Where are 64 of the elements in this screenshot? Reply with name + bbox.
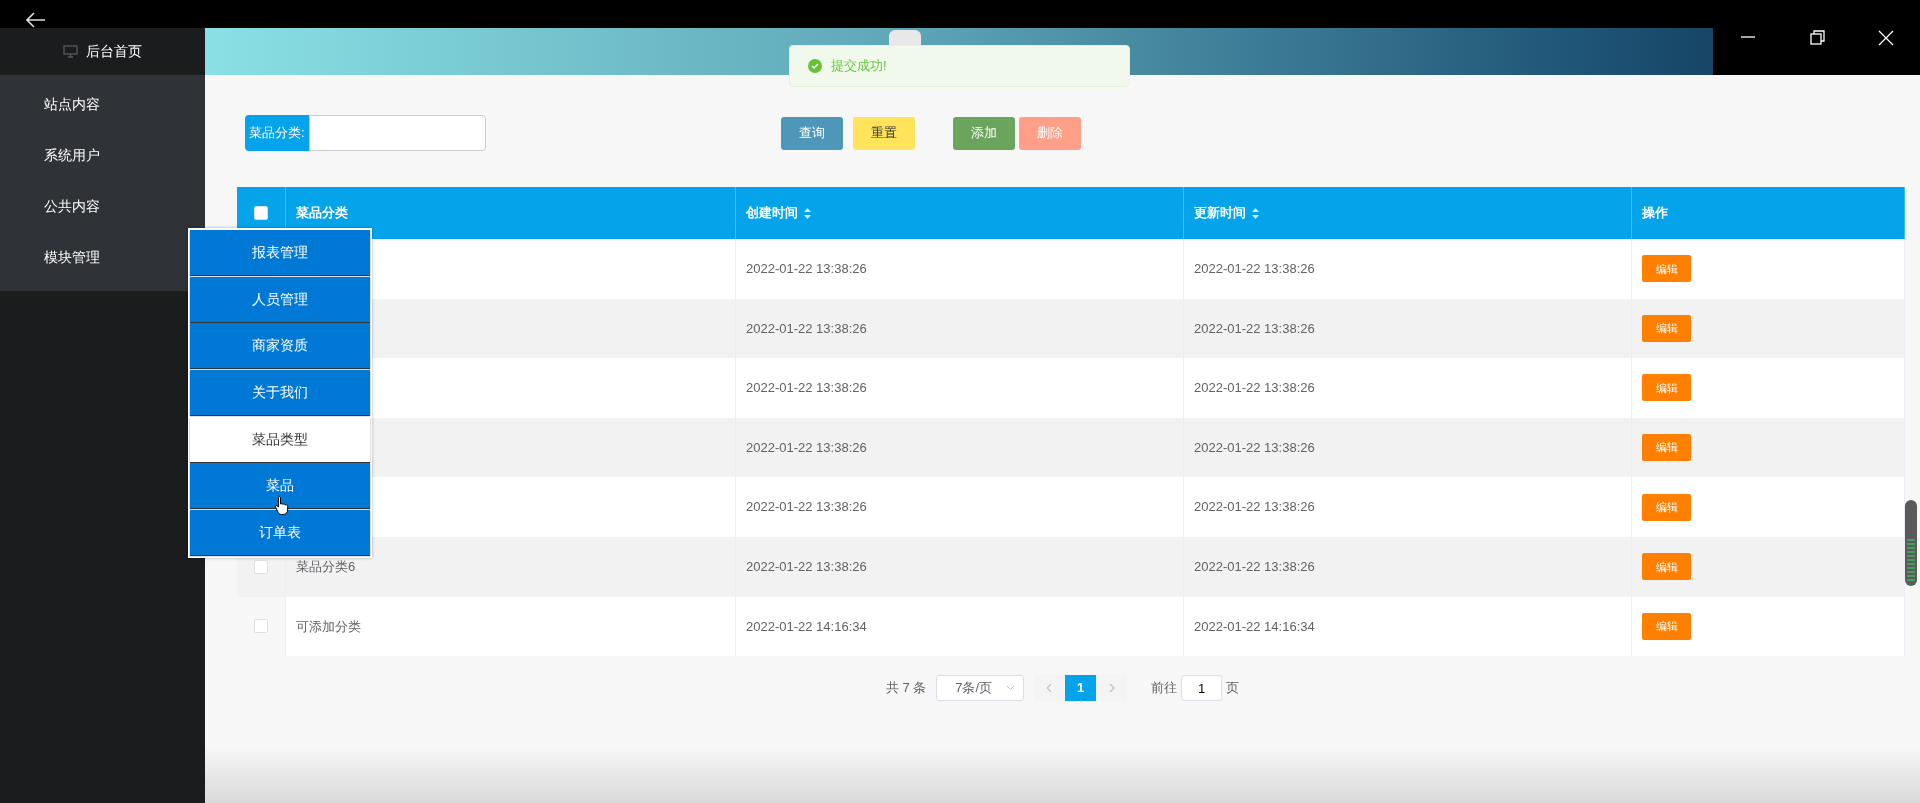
- check-circle-icon: [808, 59, 822, 73]
- page-size-select[interactable]: 7条/页: [936, 675, 1025, 702]
- menu-item[interactable]: 报表管理: [190, 230, 370, 275]
- menu-item[interactable]: 人员管理: [190, 276, 370, 322]
- restore-icon[interactable]: [1807, 28, 1826, 47]
- close-icon[interactable]: [1876, 28, 1895, 47]
- menu-item[interactable]: 关于我们: [190, 370, 370, 416]
- column-header: 操作: [1642, 204, 1668, 223]
- action-button[interactable]: 添加: [952, 116, 1015, 150]
- edit-button[interactable]: 编辑: [1642, 612, 1691, 640]
- table-cell-text: 2022-01-22 14:16:34: [1194, 617, 1315, 636]
- edit-button[interactable]: 编辑: [1642, 553, 1691, 581]
- table-cell-text: 2022-01-22 13:38:26: [1194, 498, 1315, 517]
- menu-item[interactable]: 订单表: [190, 510, 370, 556]
- hand-cursor-icon: [274, 494, 290, 515]
- table-cell-text: 2022-01-22 13:38:26: [1194, 558, 1315, 576]
- table-cell-text: 2022-01-22 13:38:26: [746, 498, 867, 517]
- table-cell-text: 菜品分类6: [296, 558, 356, 576]
- search-label: 菜品分类:: [245, 115, 309, 151]
- column-header: 菜品分类: [296, 204, 348, 223]
- menu-item[interactable]: 菜品类型: [190, 416, 370, 462]
- menu-item[interactable]: 商家资质: [190, 323, 370, 369]
- sidebar-item[interactable]: 公共内容: [0, 181, 205, 232]
- sidebar-home-link[interactable]: 后台首页: [86, 41, 142, 62]
- monitor-icon: [63, 45, 78, 58]
- select-all-checkbox[interactable]: [254, 206, 268, 220]
- page-jump-field[interactable]: 1: [1181, 675, 1223, 702]
- action-button[interactable]: 重置: [852, 116, 915, 150]
- table-cell-text: 2022-01-22 14:16:34: [746, 617, 867, 636]
- menu-item[interactable]: 菜品: [190, 463, 370, 509]
- toast-message: 提交成功!: [831, 57, 887, 76]
- page-number[interactable]: 1: [1065, 675, 1097, 702]
- page-suffix: 页: [1226, 679, 1240, 698]
- table-cell-text: 2022-01-22 13:38:26: [1194, 319, 1315, 338]
- edit-button[interactable]: 编辑: [1642, 493, 1691, 521]
- chevron-left-icon: [1046, 683, 1054, 694]
- table-cell-text: 2022-01-22 13:38:26: [746, 379, 867, 398]
- chevron-right-icon: [1108, 683, 1116, 694]
- row-checkbox[interactable]: [254, 619, 268, 634]
- back-arrow-icon[interactable]: [26, 12, 46, 28]
- edit-button[interactable]: 编辑: [1642, 434, 1691, 462]
- action-button[interactable]: 查询: [780, 116, 843, 150]
- edit-button[interactable]: 编辑: [1642, 314, 1691, 342]
- column-header[interactable]: 创建时间: [746, 203, 811, 223]
- sidebar-item[interactable]: 系统用户: [0, 130, 205, 181]
- total-count: 共 7 条: [885, 679, 927, 698]
- table-cell-text: 2022-01-22 13:38:26: [1194, 379, 1315, 398]
- table-cell-text: 2022-01-22 13:38:26: [1194, 438, 1315, 457]
- row-checkbox[interactable]: [254, 559, 268, 574]
- sidebar-item[interactable]: 站点内容: [0, 79, 205, 130]
- table-cell-text: 可添加分类: [296, 617, 361, 636]
- sort-icon[interactable]: [804, 208, 811, 220]
- table-cell-text: 2022-01-22 13:38:26: [746, 319, 867, 338]
- table-cell-text: 2022-01-22 13:38:26: [746, 558, 867, 576]
- category-search-field[interactable]: [308, 115, 486, 151]
- edit-button[interactable]: 编辑: [1642, 255, 1691, 283]
- sort-icon[interactable]: [1252, 208, 1259, 220]
- edit-button[interactable]: 编辑: [1642, 374, 1691, 402]
- column-header[interactable]: 更新时间: [1194, 203, 1259, 223]
- table-cell-text: 2022-01-22 13:38:26: [746, 438, 867, 457]
- table-cell-text: 2022-01-22 13:38:26: [746, 260, 867, 279]
- goto-label: 前往: [1151, 679, 1178, 698]
- table-cell-text: 2022-01-22 13:38:26: [1194, 260, 1315, 279]
- chevron-down-icon: [1006, 685, 1016, 692]
